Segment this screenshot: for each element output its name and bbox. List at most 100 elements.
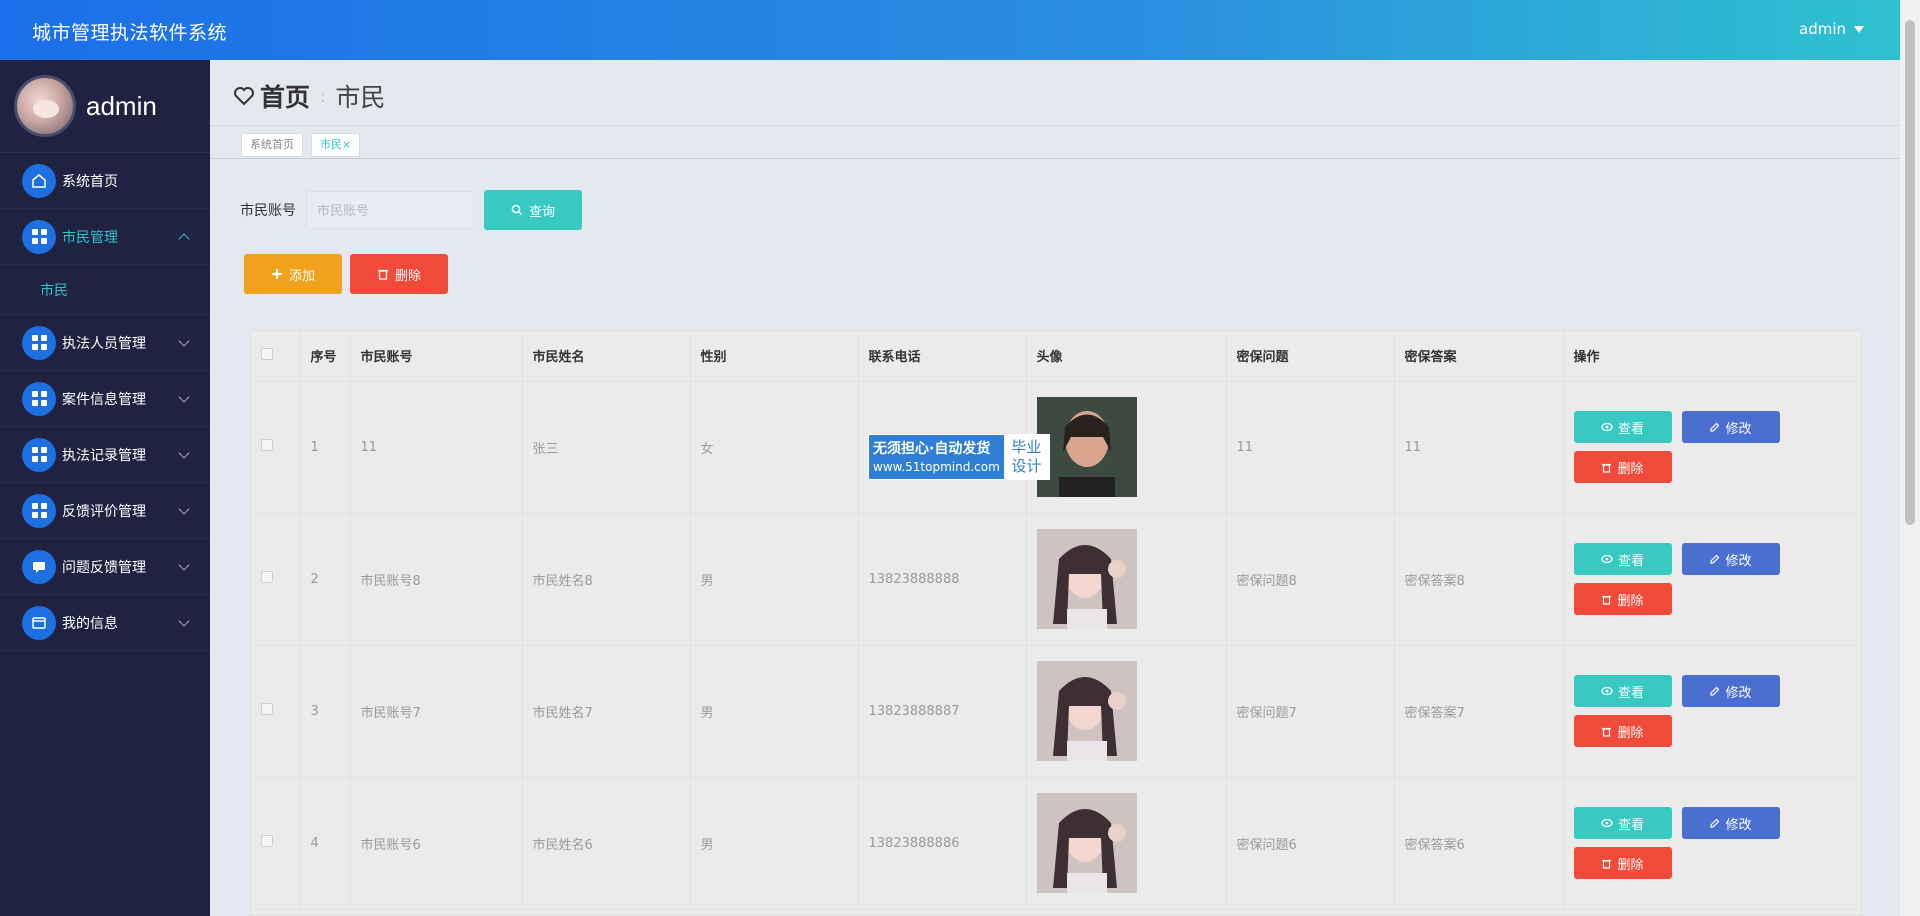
delete-button-label: 删除 <box>394 268 421 284</box>
select-all-cell[interactable] <box>251 331 301 382</box>
sidebar-item-label: 系统首页 <box>62 173 118 190</box>
cell-operations: 查看 修改 删除 <box>1563 777 1861 910</box>
cell-question: 11 <box>1226 381 1395 514</box>
sidebar-item-label: 反馈评价管理 <box>62 503 146 520</box>
scrollbar-thumb[interactable] <box>1905 20 1915 525</box>
tag-label: 市民 <box>320 138 342 151</box>
breadcrumb: 首页 : 市民 <box>232 78 385 114</box>
edit-button[interactable]: 修改 <box>1681 411 1780 443</box>
close-icon[interactable]: × <box>342 138 351 151</box>
profile-name: admin <box>86 90 157 121</box>
sidebar-item-issue-feedback[interactable]: 问题反馈管理 <box>0 539 210 595</box>
edit-button[interactable]: 修改 <box>1681 675 1780 707</box>
chevron-down-icon <box>178 559 190 571</box>
edit-label: 修改 <box>1725 421 1752 437</box>
watermark-text: 无须担心·自动发货 www.51topmind.com <box>869 435 1004 479</box>
view-label: 查看 <box>1617 685 1644 701</box>
edit-button[interactable]: 修改 <box>1681 807 1780 839</box>
user-menu[interactable]: admin <box>1799 20 1864 38</box>
table-header-row: 序号 市民账号 市民姓名 性别 联系电话 头像 密保问题 密保答案 操作 <box>251 331 1861 382</box>
avatar-photo <box>1036 529 1137 629</box>
query-button[interactable]: 查询 <box>484 190 582 230</box>
column-header: 密保问题 <box>1226 331 1395 382</box>
breadcrumb-separator: : <box>320 86 326 106</box>
cell-gender: 男 <box>690 513 859 646</box>
row-delete-button[interactable]: 删除 <box>1573 451 1672 483</box>
edit-icon <box>1710 818 1720 828</box>
table-row: 3 市民账号7 市民姓名7 男 13823888887 密保问题7 密保答案7 … <box>251 645 1861 778</box>
row-checkbox[interactable] <box>261 571 273 583</box>
tags-bar: 系统首页 市民× <box>210 125 1900 159</box>
cell-gender: 男 <box>690 777 859 910</box>
sidebar-item-feedback-evaluation[interactable]: 反馈评价管理 <box>0 483 210 539</box>
column-header: 头像 <box>1026 331 1227 382</box>
cell-photo <box>1026 645 1227 778</box>
view-button[interactable]: 查看 <box>1573 543 1672 575</box>
select-all-checkbox[interactable] <box>261 347 273 360</box>
edit-icon <box>1710 422 1720 432</box>
sidebar-item-citizen-management[interactable]: 市民管理 <box>0 209 210 265</box>
citizen-table: 序号 市民账号 市民姓名 性别 联系电话 头像 密保问题 密保答案 操作 1 1… <box>250 330 1862 916</box>
watermark-badge: 毕业 设计 <box>1003 435 1049 479</box>
cell-index: 3 <box>300 645 351 778</box>
tag-citizen[interactable]: 市民× <box>311 133 361 157</box>
edit-icon <box>1710 554 1720 564</box>
avatar-photo <box>1036 397 1137 497</box>
row-checkbox[interactable] <box>261 703 273 715</box>
sidebar-item-case-management[interactable]: 案件信息管理 <box>0 371 210 427</box>
row-delete-button[interactable]: 删除 <box>1573 583 1672 615</box>
cell-operations: 查看 修改 删除 <box>1563 645 1861 778</box>
view-button[interactable]: 查看 <box>1573 807 1672 839</box>
cell-name: 市民姓名6 <box>522 777 691 910</box>
row-delete-button[interactable]: 删除 <box>1573 715 1672 747</box>
trash-icon <box>377 269 388 280</box>
breadcrumb-home[interactable]: 首页 <box>260 78 310 114</box>
search-label: 市民账号 <box>240 203 296 219</box>
tag-home[interactable]: 系统首页 <box>241 133 303 157</box>
cell-account: 市民账号8 <box>350 513 523 646</box>
search-row: 市民账号 查询 <box>240 190 582 230</box>
grid-icon <box>22 325 56 360</box>
sidebar-item-label: 执法人员管理 <box>62 335 146 352</box>
trash-icon <box>1602 463 1612 473</box>
view-button[interactable]: 查看 <box>1573 675 1672 707</box>
row-delete-button[interactable]: 删除 <box>1573 847 1672 879</box>
view-label: 查看 <box>1617 553 1644 569</box>
cell-index: 4 <box>300 777 351 910</box>
cell-account: 市民账号6 <box>350 777 523 910</box>
sidebar-item-record-management[interactable]: 执法记录管理 <box>0 427 210 483</box>
main-content: 首页 : 市民 系统首页 市民× 市民账号 查询 添加 删除 <box>210 60 1900 916</box>
app-title: 城市管理执法软件系统 <box>32 22 228 44</box>
delete-label: 删除 <box>1617 725 1644 741</box>
watermark-ad: 无须担心·自动发货 www.51topmind.com 毕业 设计 <box>868 434 1050 480</box>
search-input[interactable] <box>306 191 474 229</box>
sidebar-item-label: 市民管理 <box>62 229 118 246</box>
view-label: 查看 <box>1617 817 1644 833</box>
cell-name: 张三 <box>522 381 691 514</box>
trash-icon <box>1602 859 1612 869</box>
column-header: 联系电话 <box>858 331 1027 382</box>
row-checkbox[interactable] <box>261 439 273 451</box>
sidebar-item-officer-management[interactable]: 执法人员管理 <box>0 315 210 371</box>
cell-phone: 13823888886 <box>858 777 1027 910</box>
chevron-down-icon <box>178 615 190 627</box>
sidebar-item-my-info[interactable]: 我的信息 <box>0 595 210 651</box>
cell-phone: 13823888888 <box>858 513 1027 646</box>
add-button[interactable]: 添加 <box>244 254 342 294</box>
page-scrollbar[interactable] <box>1900 0 1920 916</box>
sidebar-item-label: 我的信息 <box>62 615 118 632</box>
chevron-down-icon <box>178 503 190 515</box>
row-checkbox[interactable] <box>261 835 273 847</box>
sidebar-item-home[interactable]: 系统首页 <box>0 153 210 209</box>
cell-operations: 查看 修改 删除 <box>1563 513 1861 646</box>
delete-button[interactable]: 删除 <box>350 254 448 294</box>
view-button[interactable]: 查看 <box>1573 411 1672 443</box>
cell-photo <box>1026 513 1227 646</box>
sidebar-subitem-citizen[interactable]: 市民 <box>0 265 210 315</box>
column-header: 序号 <box>300 331 351 382</box>
edit-label: 修改 <box>1725 553 1752 569</box>
watermark-line2: www.51topmind.com <box>873 460 1000 474</box>
edit-button[interactable]: 修改 <box>1681 543 1780 575</box>
sidebar-item-label: 执法记录管理 <box>62 447 146 464</box>
cell-answer: 密保答案6 <box>1394 777 1564 910</box>
